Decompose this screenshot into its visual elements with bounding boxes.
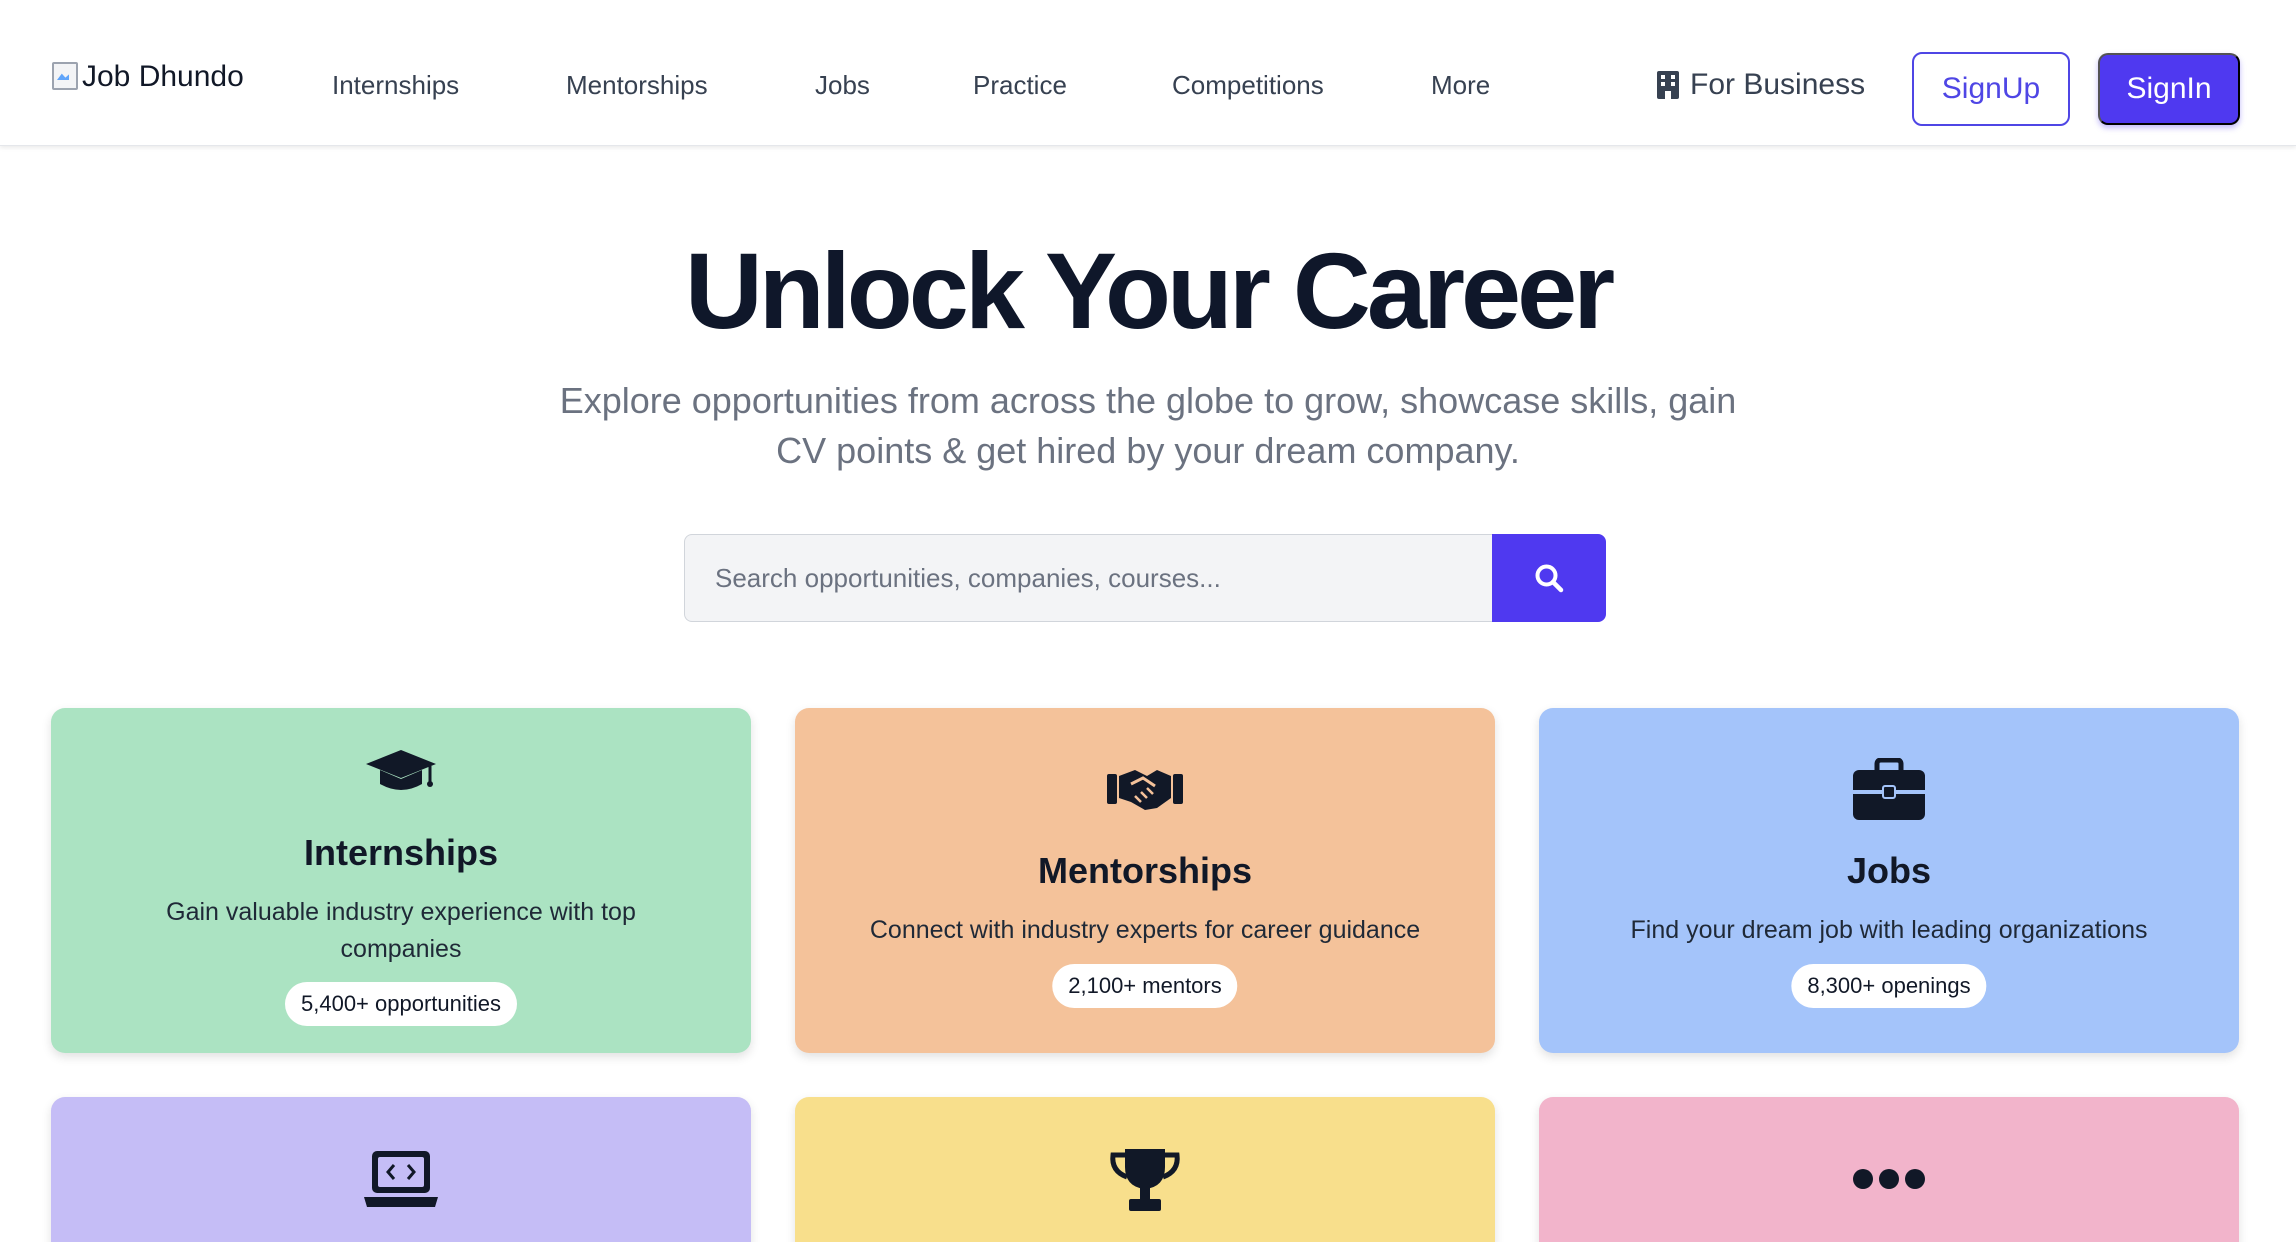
card-description: Find your dream job with leading organiz…	[1630, 916, 2148, 944]
site-logo[interactable]: Job Dhundo	[50, 60, 244, 94]
handshake-icon	[1107, 770, 1183, 810]
search-input[interactable]	[684, 534, 1492, 622]
nav-item-competitions[interactable]: Competitions	[1172, 70, 1324, 101]
trophy-icon	[1110, 1149, 1180, 1211]
signin-button[interactable]: SignIn	[2098, 53, 2240, 125]
mentorships-card[interactable]: Mentorships Connect with industry expert…	[795, 708, 1495, 1053]
ellipsis-icon	[1853, 1169, 1925, 1189]
count-badge: 8,300+ openings	[1791, 964, 1987, 1008]
more-card[interactable]	[1539, 1097, 2239, 1242]
card-title: Mentorships	[1037, 850, 1252, 891]
search-icon	[1535, 564, 1564, 593]
nav-item-jobs[interactable]: Jobs	[815, 70, 870, 101]
nav-item-internships[interactable]: Internships	[332, 70, 459, 101]
nav-item-practice[interactable]: Practice	[973, 70, 1067, 101]
broken-image-icon	[50, 62, 80, 92]
for-business-link[interactable]: For Business	[1656, 68, 1865, 102]
signup-button[interactable]: SignUp	[1912, 52, 2070, 126]
jobs-card[interactable]: Jobs Find your dream job with leading or…	[1539, 708, 2239, 1053]
for-business-label: For Business	[1690, 68, 1866, 101]
count-badge: 5,400+ opportunities	[285, 982, 517, 1026]
card-description: Gain valuable industry experience with t…	[166, 898, 636, 963]
logo-alt-text: Job Dhundo	[82, 60, 244, 93]
laptop-code-icon	[364, 1151, 438, 1207]
search-button[interactable]	[1492, 534, 1606, 622]
nav-item-more[interactable]: More	[1431, 70, 1490, 101]
count-badge: 2,100+ mentors	[1052, 964, 1238, 1008]
internships-card[interactable]: Internships Gain valuable industry exper…	[51, 708, 751, 1053]
card-title: Jobs	[1846, 850, 1932, 891]
card-description: Connect with industry experts for career…	[869, 916, 1421, 944]
building-icon	[1657, 71, 1679, 99]
graduation-cap-icon	[366, 750, 436, 790]
card-title: Internships	[303, 832, 499, 873]
briefcase-icon	[1853, 758, 1925, 820]
search-bar	[684, 534, 1606, 622]
hero-title: Unlock Your Career	[684, 230, 1615, 351]
nav-item-mentorships[interactable]: Mentorships	[566, 70, 708, 101]
top-navbar: Job Dhundo Internships Mentorships Jobs …	[0, 0, 2296, 146]
hero-subtitle: Explore opportunities from across the gl…	[559, 380, 1737, 471]
practice-card[interactable]	[51, 1097, 751, 1242]
competitions-card[interactable]	[795, 1097, 1495, 1242]
